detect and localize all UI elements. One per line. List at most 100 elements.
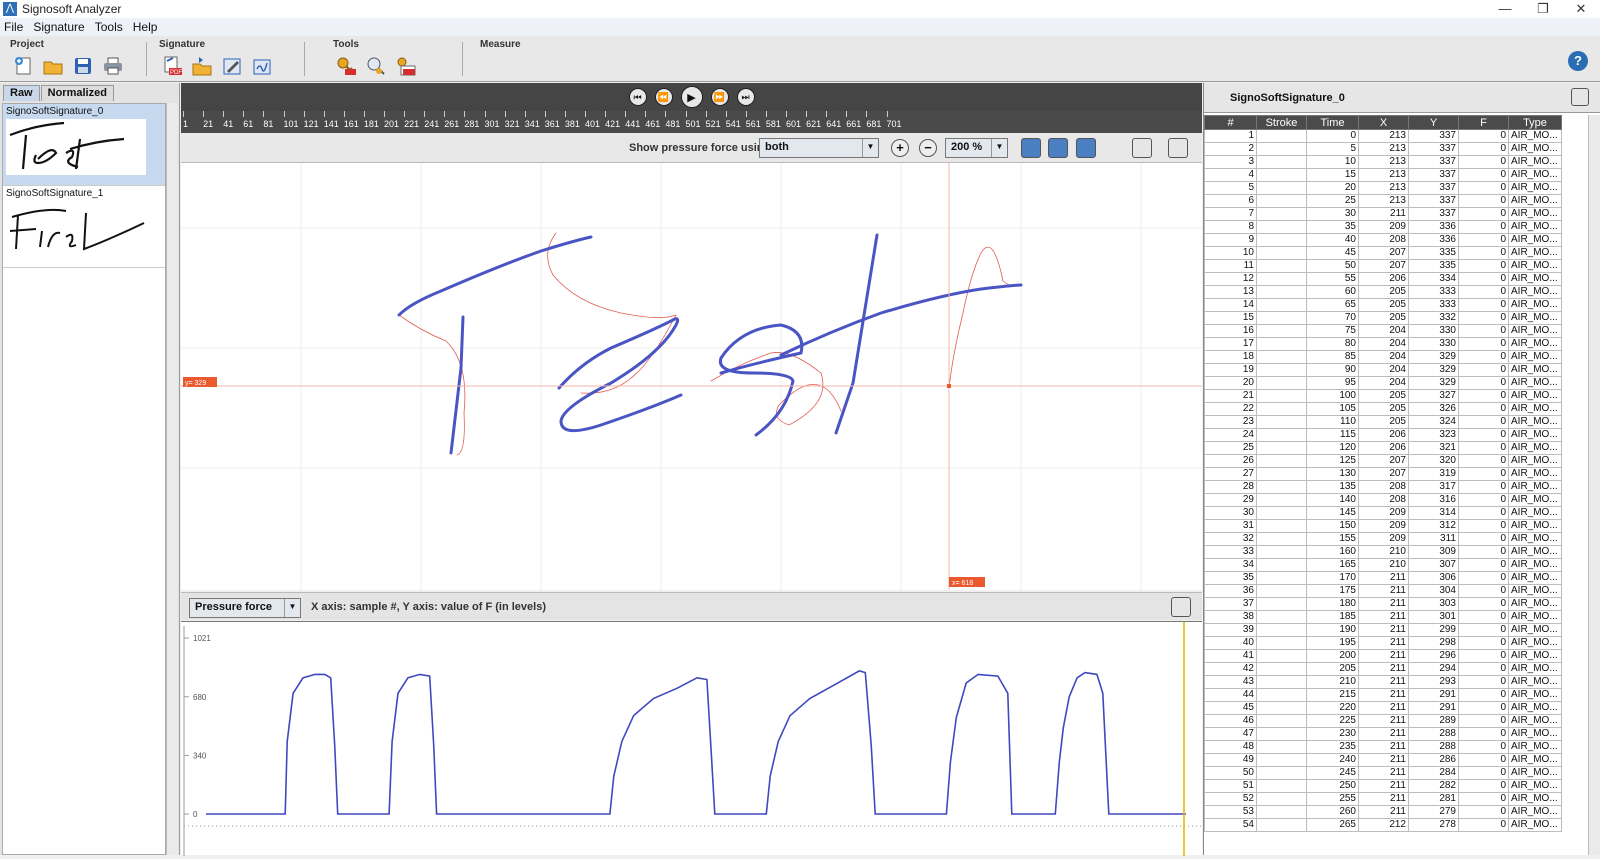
column-header[interactable]: Y — [1408, 115, 1459, 130]
table-row[interactable]: 4 15 213 337 0 AIR_MO... — [1204, 168, 1562, 182]
column-header[interactable]: Stroke — [1256, 115, 1307, 130]
table-row[interactable]: 33 160 210 309 0 AIR_MO... — [1204, 545, 1562, 559]
table-row[interactable]: 20 95 204 329 0 AIR_MO... — [1204, 376, 1562, 390]
copy-image-button[interactable] — [1168, 138, 1188, 158]
pdf-key-icon[interactable] — [391, 53, 421, 79]
table-row[interactable]: 19 90 204 329 0 AIR_MO... — [1204, 363, 1562, 377]
table-row[interactable]: 10 45 207 335 0 AIR_MO... — [1204, 246, 1562, 260]
table-row[interactable]: 17 80 204 330 0 AIR_MO... — [1204, 337, 1562, 351]
table-row[interactable]: 43 210 211 293 0 AIR_MO... — [1204, 675, 1562, 689]
menu-file[interactable]: File — [4, 20, 23, 34]
column-header[interactable]: X — [1358, 115, 1409, 130]
menu-tools[interactable]: Tools — [95, 20, 123, 34]
zoom-in-button[interactable]: + — [891, 139, 909, 157]
table-row[interactable]: 36 175 211 304 0 AIR_MO... — [1204, 584, 1562, 598]
step-forward-button[interactable]: ⏩ — [710, 88, 729, 106]
table-row[interactable]: 39 190 211 299 0 AIR_MO... — [1204, 623, 1562, 637]
copy-table-button[interactable] — [1571, 88, 1589, 106]
table-row[interactable]: 9 40 208 336 0 AIR_MO... — [1204, 233, 1562, 247]
curve-toggle[interactable] — [1076, 138, 1096, 158]
table-row[interactable]: 18 85 204 329 0 AIR_MO... — [1204, 350, 1562, 364]
table-row[interactable]: 38 185 211 301 0 AIR_MO... — [1204, 610, 1562, 624]
save-project-icon[interactable] — [68, 53, 98, 79]
zoom-out-button[interactable]: − — [919, 139, 937, 157]
tab-raw[interactable]: Raw — [3, 85, 40, 101]
zoom-select[interactable]: 200 % ▼ — [945, 138, 1008, 158]
open-project-icon[interactable] — [38, 53, 68, 79]
signature-item[interactable]: SignoSoftSignature_0 — [3, 104, 165, 186]
column-header[interactable]: F — [1458, 115, 1509, 130]
table-row[interactable]: 47 230 211 288 0 AIR_MO... — [1204, 727, 1562, 741]
search-key-icon[interactable] — [361, 53, 391, 79]
print-icon[interactable] — [98, 53, 128, 79]
table-row[interactable]: 37 180 211 303 0 AIR_MO... — [1204, 597, 1562, 611]
skip-end-button[interactable]: ⏭ — [736, 88, 755, 106]
table-row[interactable]: 30 145 209 314 0 AIR_MO... — [1204, 506, 1562, 520]
table-row[interactable]: 49 240 211 286 0 AIR_MO... — [1204, 753, 1562, 767]
reset-view-button[interactable] — [1132, 138, 1152, 158]
table-row[interactable]: 11 50 207 335 0 AIR_MO... — [1204, 259, 1562, 273]
crosshair-toggle[interactable] — [1021, 138, 1041, 158]
import-signature-icon[interactable] — [187, 53, 217, 79]
menu-help[interactable]: Help — [133, 20, 158, 34]
signature-canvas[interactable]: y= 329 x= 618 — [181, 163, 1202, 590]
table-row[interactable]: 7 30 211 337 0 AIR_MO... — [1204, 207, 1562, 221]
step-back-button[interactable]: ⏪ — [654, 88, 673, 106]
graph-type-select[interactable]: Pressure force ▼ — [189, 598, 301, 618]
table-row[interactable]: 42 205 211 294 0 AIR_MO... — [1204, 662, 1562, 676]
table-row[interactable]: 45 220 211 291 0 AIR_MO... — [1204, 701, 1562, 715]
table-row[interactable]: 3 10 213 337 0 AIR_MO... — [1204, 155, 1562, 169]
table-row[interactable]: 32 155 209 311 0 AIR_MO... — [1204, 532, 1562, 546]
column-header[interactable]: # — [1204, 115, 1257, 130]
help-button[interactable]: ? — [1568, 51, 1588, 71]
table-row[interactable]: 6 25 213 337 0 AIR_MO... — [1204, 194, 1562, 208]
close-button[interactable]: ✕ — [1562, 0, 1600, 18]
grid-toggle[interactable] — [1048, 138, 1068, 158]
edit-signature-icon[interactable] — [217, 53, 247, 79]
table-row[interactable]: 1 0 213 337 0 AIR_MO... — [1204, 129, 1562, 143]
column-header[interactable]: Type — [1508, 115, 1562, 130]
table-row[interactable]: 16 75 204 330 0 AIR_MO... — [1204, 324, 1562, 338]
play-button[interactable]: ▶ — [680, 86, 703, 108]
table-row[interactable]: 14 65 205 333 0 AIR_MO... — [1204, 298, 1562, 312]
table-row[interactable]: 51 250 211 282 0 AIR_MO... — [1204, 779, 1562, 793]
table-row[interactable]: 12 55 206 334 0 AIR_MO... — [1204, 272, 1562, 286]
pressure-display-select[interactable]: both ▼ — [759, 138, 879, 158]
table-row[interactable]: 26 125 207 320 0 AIR_MO... — [1204, 454, 1562, 468]
table-row[interactable]: 54 265 212 278 0 AIR_MO... — [1204, 818, 1562, 832]
table-row[interactable]: 41 200 211 296 0 AIR_MO... — [1204, 649, 1562, 663]
table-row[interactable]: 50 245 211 284 0 AIR_MO... — [1204, 766, 1562, 780]
signature-item[interactable]: SignoSoftSignature_1 — [3, 186, 165, 268]
table-row[interactable]: 40 195 211 298 0 AIR_MO... — [1204, 636, 1562, 650]
key-tool-icon[interactable] — [331, 53, 361, 79]
table-row[interactable]: 44 215 211 291 0 AIR_MO... — [1204, 688, 1562, 702]
table-row[interactable]: 21 100 205 327 0 AIR_MO... — [1204, 389, 1562, 403]
minimize-button[interactable]: — — [1486, 0, 1524, 18]
table-row[interactable]: 52 255 211 281 0 AIR_MO... — [1204, 792, 1562, 806]
new-project-icon[interactable] — [8, 53, 38, 79]
copy-graph-button[interactable] — [1171, 597, 1191, 617]
table-row[interactable]: 31 150 209 312 0 AIR_MO... — [1204, 519, 1562, 533]
table-row[interactable]: 53 260 211 279 0 AIR_MO... — [1204, 805, 1562, 819]
table-row[interactable]: 46 225 211 289 0 AIR_MO... — [1204, 714, 1562, 728]
table-row[interactable]: 29 140 208 316 0 AIR_MO... — [1204, 493, 1562, 507]
maximize-button[interactable]: ❐ — [1524, 0, 1562, 18]
table-row[interactable]: 25 120 206 321 0 AIR_MO... — [1204, 441, 1562, 455]
table-row[interactable]: 28 135 208 317 0 AIR_MO... — [1204, 480, 1562, 494]
table-row[interactable]: 34 165 210 307 0 AIR_MO... — [1204, 558, 1562, 572]
export-pdf-icon[interactable]: PDF — [157, 53, 187, 79]
table-scrollbar[interactable] — [1588, 115, 1600, 855]
table-row[interactable]: 13 60 205 333 0 AIR_MO... — [1204, 285, 1562, 299]
table-row[interactable]: 22 105 205 326 0 AIR_MO... — [1204, 402, 1562, 416]
table-row[interactable]: 8 35 209 336 0 AIR_MO... — [1204, 220, 1562, 234]
table-row[interactable]: 23 110 205 324 0 AIR_MO... — [1204, 415, 1562, 429]
column-header[interactable]: Time — [1306, 115, 1359, 130]
table-row[interactable]: 24 115 206 323 0 AIR_MO... — [1204, 428, 1562, 442]
table-row[interactable]: 27 130 207 319 0 AIR_MO... — [1204, 467, 1562, 481]
skip-start-button[interactable]: ⏮ — [628, 88, 647, 106]
sign-signature-icon[interactable] — [247, 53, 277, 79]
table-row[interactable]: 15 70 205 332 0 AIR_MO... — [1204, 311, 1562, 325]
table-row[interactable]: 35 170 211 306 0 AIR_MO... — [1204, 571, 1562, 585]
tab-normalized[interactable]: Normalized — [40, 85, 114, 101]
table-row[interactable]: 2 5 213 337 0 AIR_MO... — [1204, 142, 1562, 156]
